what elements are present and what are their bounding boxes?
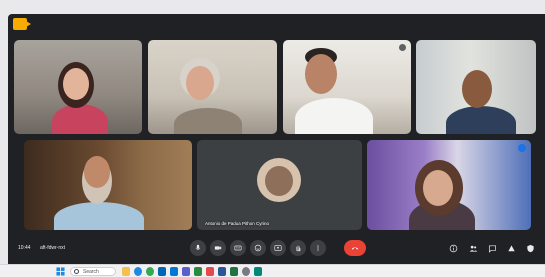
info-button[interactable] xyxy=(448,243,458,253)
participant-face xyxy=(63,68,89,100)
meet-icon[interactable] xyxy=(254,267,262,276)
mic-off-icon xyxy=(399,44,406,51)
people-button[interactable] xyxy=(468,243,478,253)
captions-icon xyxy=(234,245,242,251)
participant-tile[interactable] xyxy=(24,140,192,230)
camera-button[interactable] xyxy=(210,240,226,256)
mic-off-icon xyxy=(350,144,357,151)
participant-face xyxy=(423,170,453,206)
file-explorer-icon[interactable] xyxy=(122,267,130,276)
meeting-toolbar: 10:44 aft-fdwr-nxt xyxy=(8,234,545,264)
teams-icon[interactable] xyxy=(182,267,190,276)
activities-button[interactable] xyxy=(506,243,516,253)
present-button[interactable] xyxy=(270,240,286,256)
more-options-button[interactable] xyxy=(310,240,326,256)
participant-body xyxy=(174,108,242,134)
word-icon[interactable] xyxy=(218,267,226,276)
host-controls-icon xyxy=(526,244,534,252)
participant-face xyxy=(84,156,110,188)
more-icon xyxy=(317,245,319,251)
host-controls-button[interactable] xyxy=(525,243,535,253)
participant-face xyxy=(305,54,337,94)
mic-button[interactable] xyxy=(190,240,206,256)
chrome-icon[interactable] xyxy=(146,267,154,276)
meeting-code: aft-fdwr-nxt xyxy=(40,245,66,251)
chat-icon xyxy=(488,244,496,253)
raise-hand-icon xyxy=(296,245,301,252)
meeting-time: 10:44 xyxy=(18,245,31,251)
chat-button[interactable] xyxy=(487,243,497,253)
participant-tile[interactable] xyxy=(14,40,142,134)
store-icon[interactable] xyxy=(158,267,166,276)
search-label: Search xyxy=(83,269,99,275)
screen: Antonio de Padua Pithon Cyrino 10:44 aft… xyxy=(0,0,545,277)
participant-body xyxy=(446,106,516,134)
participant-tile[interactable] xyxy=(367,140,531,230)
end-call-icon xyxy=(351,247,359,250)
calendar-icon[interactable] xyxy=(194,267,202,276)
taskbar-search-box[interactable]: Search xyxy=(70,267,116,276)
photos-icon[interactable] xyxy=(206,267,214,276)
participant-face xyxy=(462,70,492,108)
emoji-button[interactable] xyxy=(250,240,266,256)
mail-icon[interactable] xyxy=(170,267,178,276)
participant-face xyxy=(186,66,214,100)
participant-name: Antonio de Padua Pithon Cyrino xyxy=(205,221,270,226)
emoji-icon xyxy=(254,244,262,252)
edge-icon[interactable] xyxy=(134,267,142,276)
info-icon xyxy=(449,244,457,252)
end-call-button[interactable] xyxy=(344,240,366,256)
captions-button[interactable] xyxy=(230,240,246,256)
participant-tile[interactable] xyxy=(148,40,277,134)
meet-logo-icon xyxy=(13,18,31,30)
activities-icon xyxy=(507,244,515,251)
present-icon xyxy=(274,245,282,251)
excel-icon[interactable] xyxy=(230,267,238,276)
raise-hand-button[interactable] xyxy=(290,240,306,256)
mic-icon xyxy=(195,244,201,250)
settings-icon[interactable] xyxy=(242,267,250,276)
participant-tile[interactable]: Antonio de Padua Pithon Cyrino xyxy=(197,140,362,230)
participant-body xyxy=(54,202,144,230)
participant-body xyxy=(52,104,108,134)
participant-tile[interactable] xyxy=(416,40,536,134)
participant-tile[interactable] xyxy=(283,40,411,134)
windows-start-icon[interactable] xyxy=(56,267,65,276)
participant-face xyxy=(265,166,293,196)
search-icon xyxy=(74,269,79,274)
speaking-indicator-icon xyxy=(518,144,526,152)
people-icon xyxy=(469,245,477,252)
participant-body xyxy=(295,98,373,134)
windows-taskbar: Search xyxy=(0,264,545,277)
camera-icon xyxy=(214,246,222,250)
